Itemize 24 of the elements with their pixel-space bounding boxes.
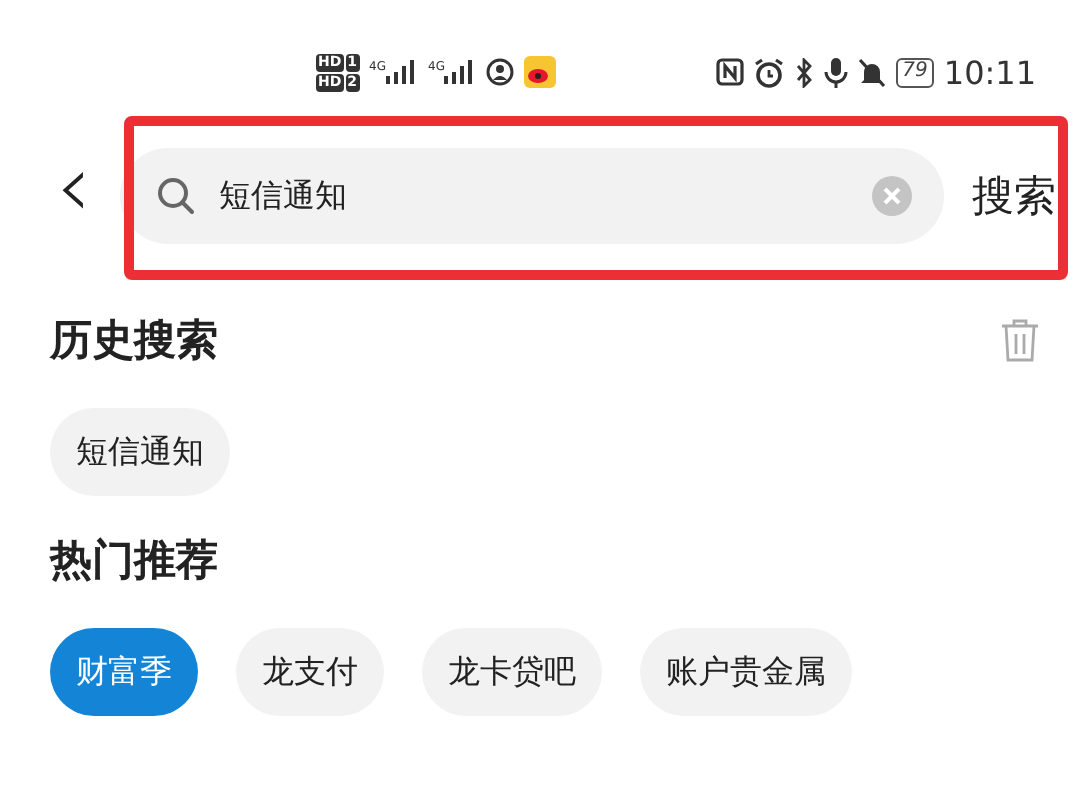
signal-icon: [386, 60, 419, 84]
trash-icon[interactable]: [1000, 318, 1040, 362]
search-query: 短信通知: [219, 175, 350, 217]
signal-icon: [444, 60, 477, 84]
clear-icon[interactable]: [872, 176, 912, 216]
battery-level: 79: [902, 60, 928, 84]
muted-bell-icon: [858, 57, 887, 87]
section-title: 热门推荐: [50, 534, 218, 588]
recommended-chip[interactable]: 龙支付: [236, 628, 384, 716]
microphone-icon: [824, 57, 849, 87]
back-button[interactable]: ‹: [56, 148, 104, 244]
alarm-icon: [754, 57, 785, 87]
search-icon: [155, 176, 196, 216]
search-field[interactable]: 短信通知: [119, 148, 944, 244]
recommended-chip[interactable]: 龙卡贷吧: [422, 628, 602, 716]
history-chip[interactable]: 短信通知: [50, 408, 230, 496]
bluetooth-icon: [794, 57, 815, 87]
clock: 10:11: [943, 53, 1036, 91]
section-title: 历史搜索: [50, 314, 218, 368]
app-icon: [524, 56, 557, 88]
recommended-chip[interactable]: 账户贵金属: [640, 628, 852, 716]
recommended-chip[interactable]: 财富季: [50, 628, 198, 716]
nfc-icon: [716, 58, 745, 86]
search-button[interactable]: 搜索: [960, 168, 1056, 224]
